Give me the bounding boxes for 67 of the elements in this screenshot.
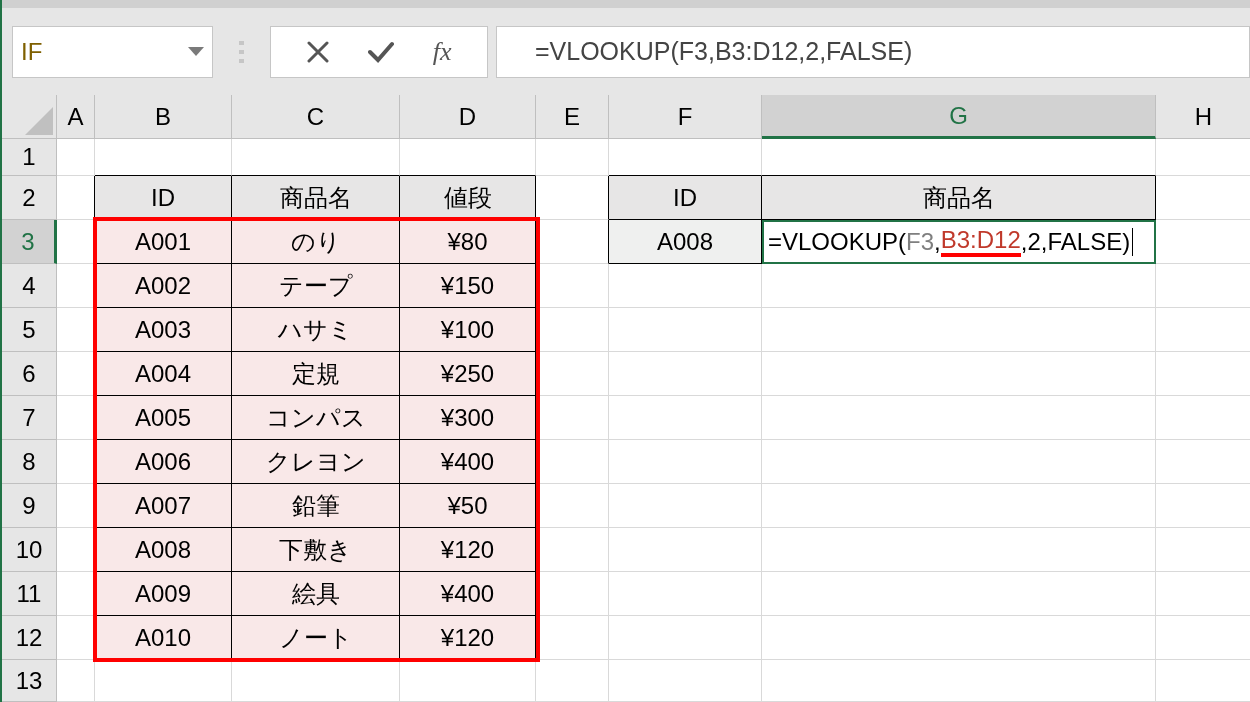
- table-cell: コンパス: [232, 396, 400, 440]
- table-cell: ¥120: [400, 616, 536, 660]
- formula-input-cell: =VLOOKUP(F3,B3:D12,2,FALSE): [762, 220, 1156, 264]
- cancel-icon[interactable]: [306, 40, 329, 63]
- column-header[interactable]: C: [232, 95, 400, 139]
- corner-triangle-icon: [25, 107, 53, 135]
- row-header[interactable]: 3: [2, 220, 57, 264]
- table-cell: A004: [95, 352, 232, 396]
- row-header[interactable]: 13: [2, 660, 57, 702]
- table-cell: ¥50: [400, 484, 536, 528]
- table-cell: 絵具: [232, 572, 400, 616]
- check-icon[interactable]: [367, 40, 394, 63]
- table-cell: A002: [95, 264, 232, 308]
- table-cell: ハサミ: [232, 308, 400, 352]
- table-cell: ¥250: [400, 352, 536, 396]
- table-cell: クレヨン: [232, 440, 400, 484]
- table-cell: のり: [232, 220, 400, 264]
- name-box-value: IF: [21, 36, 43, 67]
- column-heading: ID: [609, 176, 762, 220]
- row-header[interactable]: 10: [2, 528, 57, 572]
- row-header[interactable]: 11: [2, 572, 57, 616]
- table-cell: ¥150: [400, 264, 536, 308]
- table-cell: ノート: [232, 616, 400, 660]
- table-cell: A009: [95, 572, 232, 616]
- column-header[interactable]: F: [609, 95, 762, 139]
- row-header[interactable]: 7: [2, 396, 57, 440]
- table-cell: A008: [95, 528, 232, 572]
- column-heading: ID: [95, 176, 232, 220]
- column-header[interactable]: A: [57, 95, 95, 139]
- table-cell: ¥100: [400, 308, 536, 352]
- table-cell: ¥400: [400, 440, 536, 484]
- formula-bar-field[interactable]: =VLOOKUP(F3,B3:D12,2,FALSE): [496, 25, 1250, 78]
- table-cell: A010: [95, 616, 232, 660]
- table-cell: 鉛筆: [232, 484, 400, 528]
- table-cell: ¥400: [400, 572, 536, 616]
- table-cell: ¥120: [400, 528, 536, 572]
- table-cell: 定規: [232, 352, 400, 396]
- name-box[interactable]: IF: [12, 25, 213, 78]
- table-cell: A001: [95, 220, 232, 264]
- column-header[interactable]: B: [95, 95, 232, 139]
- table-cell: A003: [95, 308, 232, 352]
- row-header[interactable]: 8: [2, 440, 57, 484]
- row-header[interactable]: 9: [2, 484, 57, 528]
- row-header[interactable]: 2: [2, 176, 57, 220]
- row-header[interactable]: 12: [2, 616, 57, 660]
- column-heading: 商品名: [762, 176, 1156, 220]
- column-header[interactable]: G: [762, 95, 1156, 139]
- table-cell: A006: [95, 440, 232, 484]
- row-header[interactable]: 4: [2, 264, 57, 308]
- row-header[interactable]: 5: [2, 308, 57, 352]
- row-header[interactable]: 6: [2, 352, 57, 396]
- insert-function-button[interactable]: fx: [432, 32, 452, 71]
- table-cell: テープ: [232, 264, 400, 308]
- column-header[interactable]: H: [1156, 95, 1250, 139]
- column-heading: 値段: [400, 176, 536, 220]
- drag-handle-icon[interactable]: [239, 40, 244, 63]
- column-heading: 商品名: [232, 176, 400, 220]
- table-cell: 下敷き: [232, 528, 400, 572]
- row-header[interactable]: 1: [2, 139, 57, 176]
- table-cell: A005: [95, 396, 232, 440]
- table-cell: A007: [95, 484, 232, 528]
- column-header[interactable]: D: [400, 95, 536, 139]
- table-cell: A008: [609, 220, 762, 264]
- dropdown-caret-icon: [188, 47, 204, 56]
- table-cell: ¥80: [400, 220, 536, 264]
- table-cell: ¥300: [400, 396, 536, 440]
- column-header[interactable]: E: [536, 95, 609, 139]
